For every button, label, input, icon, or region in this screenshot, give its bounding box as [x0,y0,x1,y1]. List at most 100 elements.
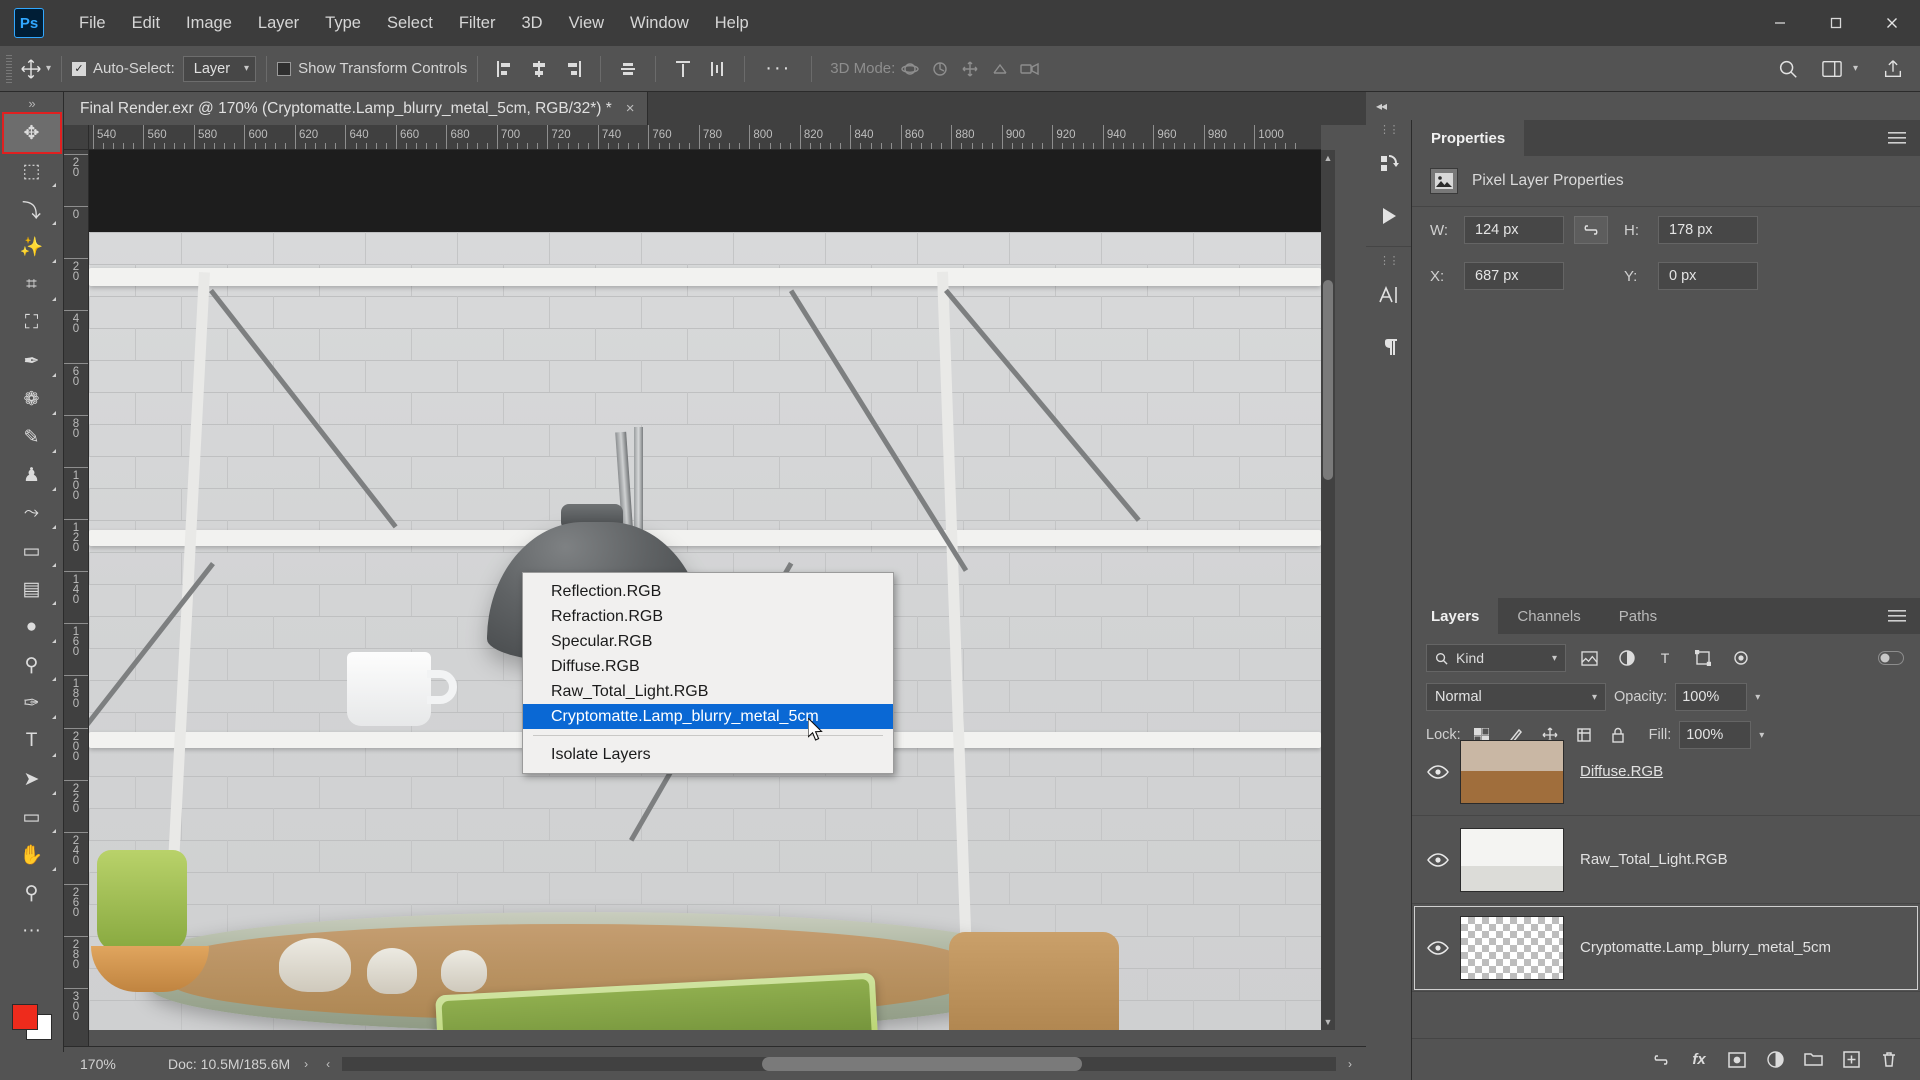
x-field[interactable]: 687 px [1464,262,1564,290]
context-menu-item-4[interactable]: Raw_Total_Light.RGB [523,679,893,704]
layer-thumbnail[interactable] [1460,915,1564,980]
gradient-tool[interactable]: ▤ [4,570,60,608]
blend-mode-dropdown[interactable]: Normal ▾ [1426,683,1606,711]
brush-tool[interactable]: ✎ [4,418,60,456]
link-dimensions-icon[interactable] [1574,216,1608,244]
table-row[interactable]: Raw_Total_Light.RGB [1412,816,1920,904]
align-vertical-centers-icon[interactable] [611,54,645,84]
move-tool-preset-chevron-down-icon[interactable]: ▾ [46,63,51,74]
width-field[interactable]: 124 px [1464,216,1564,244]
dock-collapse-button[interactable]: ◂◂ [1366,92,1920,120]
distribute-top-edges-icon[interactable] [666,54,700,84]
menu-file[interactable]: File [66,8,119,39]
tools-panel-grip[interactable]: » [0,92,63,114]
rectangle-tool[interactable]: ▭ [4,798,60,836]
layer-style-icon[interactable]: fx [1682,1043,1716,1077]
layer-thumbnail[interactable] [1460,827,1564,892]
tab-paths[interactable]: Paths [1600,598,1676,634]
menu-help[interactable]: Help [702,8,762,39]
properties-panel-menu-icon[interactable] [1888,120,1920,156]
filter-kind-dropdown[interactable]: Kind ▾ [1426,644,1566,672]
rectangular-marquee-tool[interactable]: ⬚ [4,152,60,190]
filter-pixel-icon[interactable] [1574,644,1604,672]
vertical-ruler[interactable]: 2 0 0 2 0 4 0 6 0 8 0 1 0 0 1 2 0 1 4 0 1 6 0 1 8 … [64,150,89,1052]
align-left-edges-icon[interactable] [488,54,522,84]
slide-3d-icon[interactable] [985,54,1015,84]
scroll-up-icon[interactable]: ▲ [1321,150,1335,166]
type-tool[interactable]: T [4,722,60,760]
new-group-icon[interactable] [1796,1043,1830,1077]
menu-view[interactable]: View [556,8,617,39]
menu-select[interactable]: Select [374,8,446,39]
menu-filter[interactable]: Filter [446,8,509,39]
layer-thumbnail[interactable] [1460,739,1564,804]
edit-toolbar[interactable]: ··· [4,912,60,950]
move-tool[interactable]: ✥ [1,112,62,154]
context-menu-item-2[interactable]: Specular.RGB [523,629,893,654]
pen-tool[interactable]: ✑ [4,684,60,722]
rail-grip-2[interactable]: ⋮⋮ [1366,251,1411,269]
status-horizontal-scrollbar[interactable] [342,1056,1336,1071]
document-tab[interactable]: Final Render.exr @ 170% (Cryptomatte.Lam… [64,92,648,125]
frame-tool[interactable]: ⛶ [4,304,60,342]
character-icon[interactable] [1366,269,1412,321]
context-menu-item-1[interactable]: Refraction.RGB [523,604,893,629]
more-options-button[interactable]: ··· [755,57,801,80]
canvas-vertical-scrollbar[interactable]: ▲ ▼ [1321,150,1335,1030]
scrollbar-thumb[interactable] [1323,280,1333,480]
delete-layer-icon[interactable] [1872,1043,1906,1077]
y-field[interactable]: 0 px [1658,262,1758,290]
context-menu-item-0[interactable]: Reflection.RGB [523,579,893,604]
auto-select-scope-dropdown[interactable]: Layer ▾ [182,55,257,82]
eraser-tool[interactable]: ▭ [4,532,60,570]
eyedropper-tool[interactable]: ✒ [4,342,60,380]
context-menu-item-isolate-layers[interactable]: Isolate Layers [523,742,893,767]
path-selection-tool[interactable]: ➤ [4,760,60,798]
close-icon[interactable]: × [626,100,635,117]
roll-3d-icon[interactable] [925,54,955,84]
menu-window[interactable]: Window [617,8,702,39]
show-transform-controls-checkbox[interactable]: Show Transform Controls [277,60,467,77]
foreground-color-swatch[interactable] [12,1004,38,1030]
ruler-corner[interactable] [64,125,89,150]
zoom-level[interactable]: 170% [64,1056,156,1072]
search-icon[interactable] [1773,54,1803,84]
opacity-field[interactable]: 100% [1675,683,1748,711]
menu-edit[interactable]: Edit [119,8,173,39]
context-menu-item-3[interactable]: Diffuse.RGB [523,654,893,679]
zoom-3d-icon[interactable] [1015,54,1045,84]
paragraph-icon[interactable] [1366,321,1412,373]
rail-grip[interactable]: ⋮⋮ [1366,120,1411,138]
maximize-icon[interactable] [1808,0,1864,46]
clone-stamp-tool[interactable]: ♟ [4,456,60,494]
hand-tool[interactable]: ✋ [4,836,60,874]
filter-shape-icon[interactable] [1688,644,1718,672]
status-expand-chevron-icon[interactable]: › [290,1057,322,1071]
lasso-tool[interactable]: ⤵ [4,190,60,228]
filter-toggle-icon[interactable] [1876,644,1906,672]
filter-adjustment-icon[interactable] [1612,644,1642,672]
quick-selection-tool[interactable]: ✨ [4,228,60,266]
height-field[interactable]: 178 px [1658,216,1758,244]
align-right-edges-icon[interactable] [556,54,590,84]
layer-visibility-eye-icon[interactable] [1416,816,1460,904]
layer-name[interactable]: Diffuse.RGB [1580,763,1663,780]
table-row[interactable]: Diffuse.RGB [1412,728,1920,816]
scroll-left-icon[interactable]: ‹ [322,1057,334,1071]
layers-panel-menu-icon[interactable] [1888,598,1920,634]
scroll-down-icon[interactable]: ▼ [1321,1014,1335,1030]
actions-play-icon[interactable] [1366,190,1412,242]
workspace-chevron-down-icon[interactable]: ▾ [1853,63,1858,74]
orbit-3d-icon[interactable] [895,54,925,84]
opacity-chevron-down-icon[interactable]: ▾ [1755,692,1760,703]
layer-visibility-eye-icon[interactable] [1416,904,1460,992]
adjustment-layer-icon[interactable] [1758,1043,1792,1077]
menu-layer[interactable]: Layer [245,8,312,39]
close-icon[interactable] [1864,0,1920,46]
layer-name[interactable]: Raw_Total_Light.RGB [1580,851,1728,868]
tab-properties[interactable]: Properties [1412,120,1525,156]
layer-name[interactable]: Cryptomatte.Lamp_blurry_metal_5cm [1580,939,1831,956]
move-tool-icon[interactable] [16,54,46,84]
table-row[interactable]: Cryptomatte.Lamp_blurry_metal_5cm [1412,904,1920,992]
filter-type-icon[interactable]: T [1650,644,1680,672]
